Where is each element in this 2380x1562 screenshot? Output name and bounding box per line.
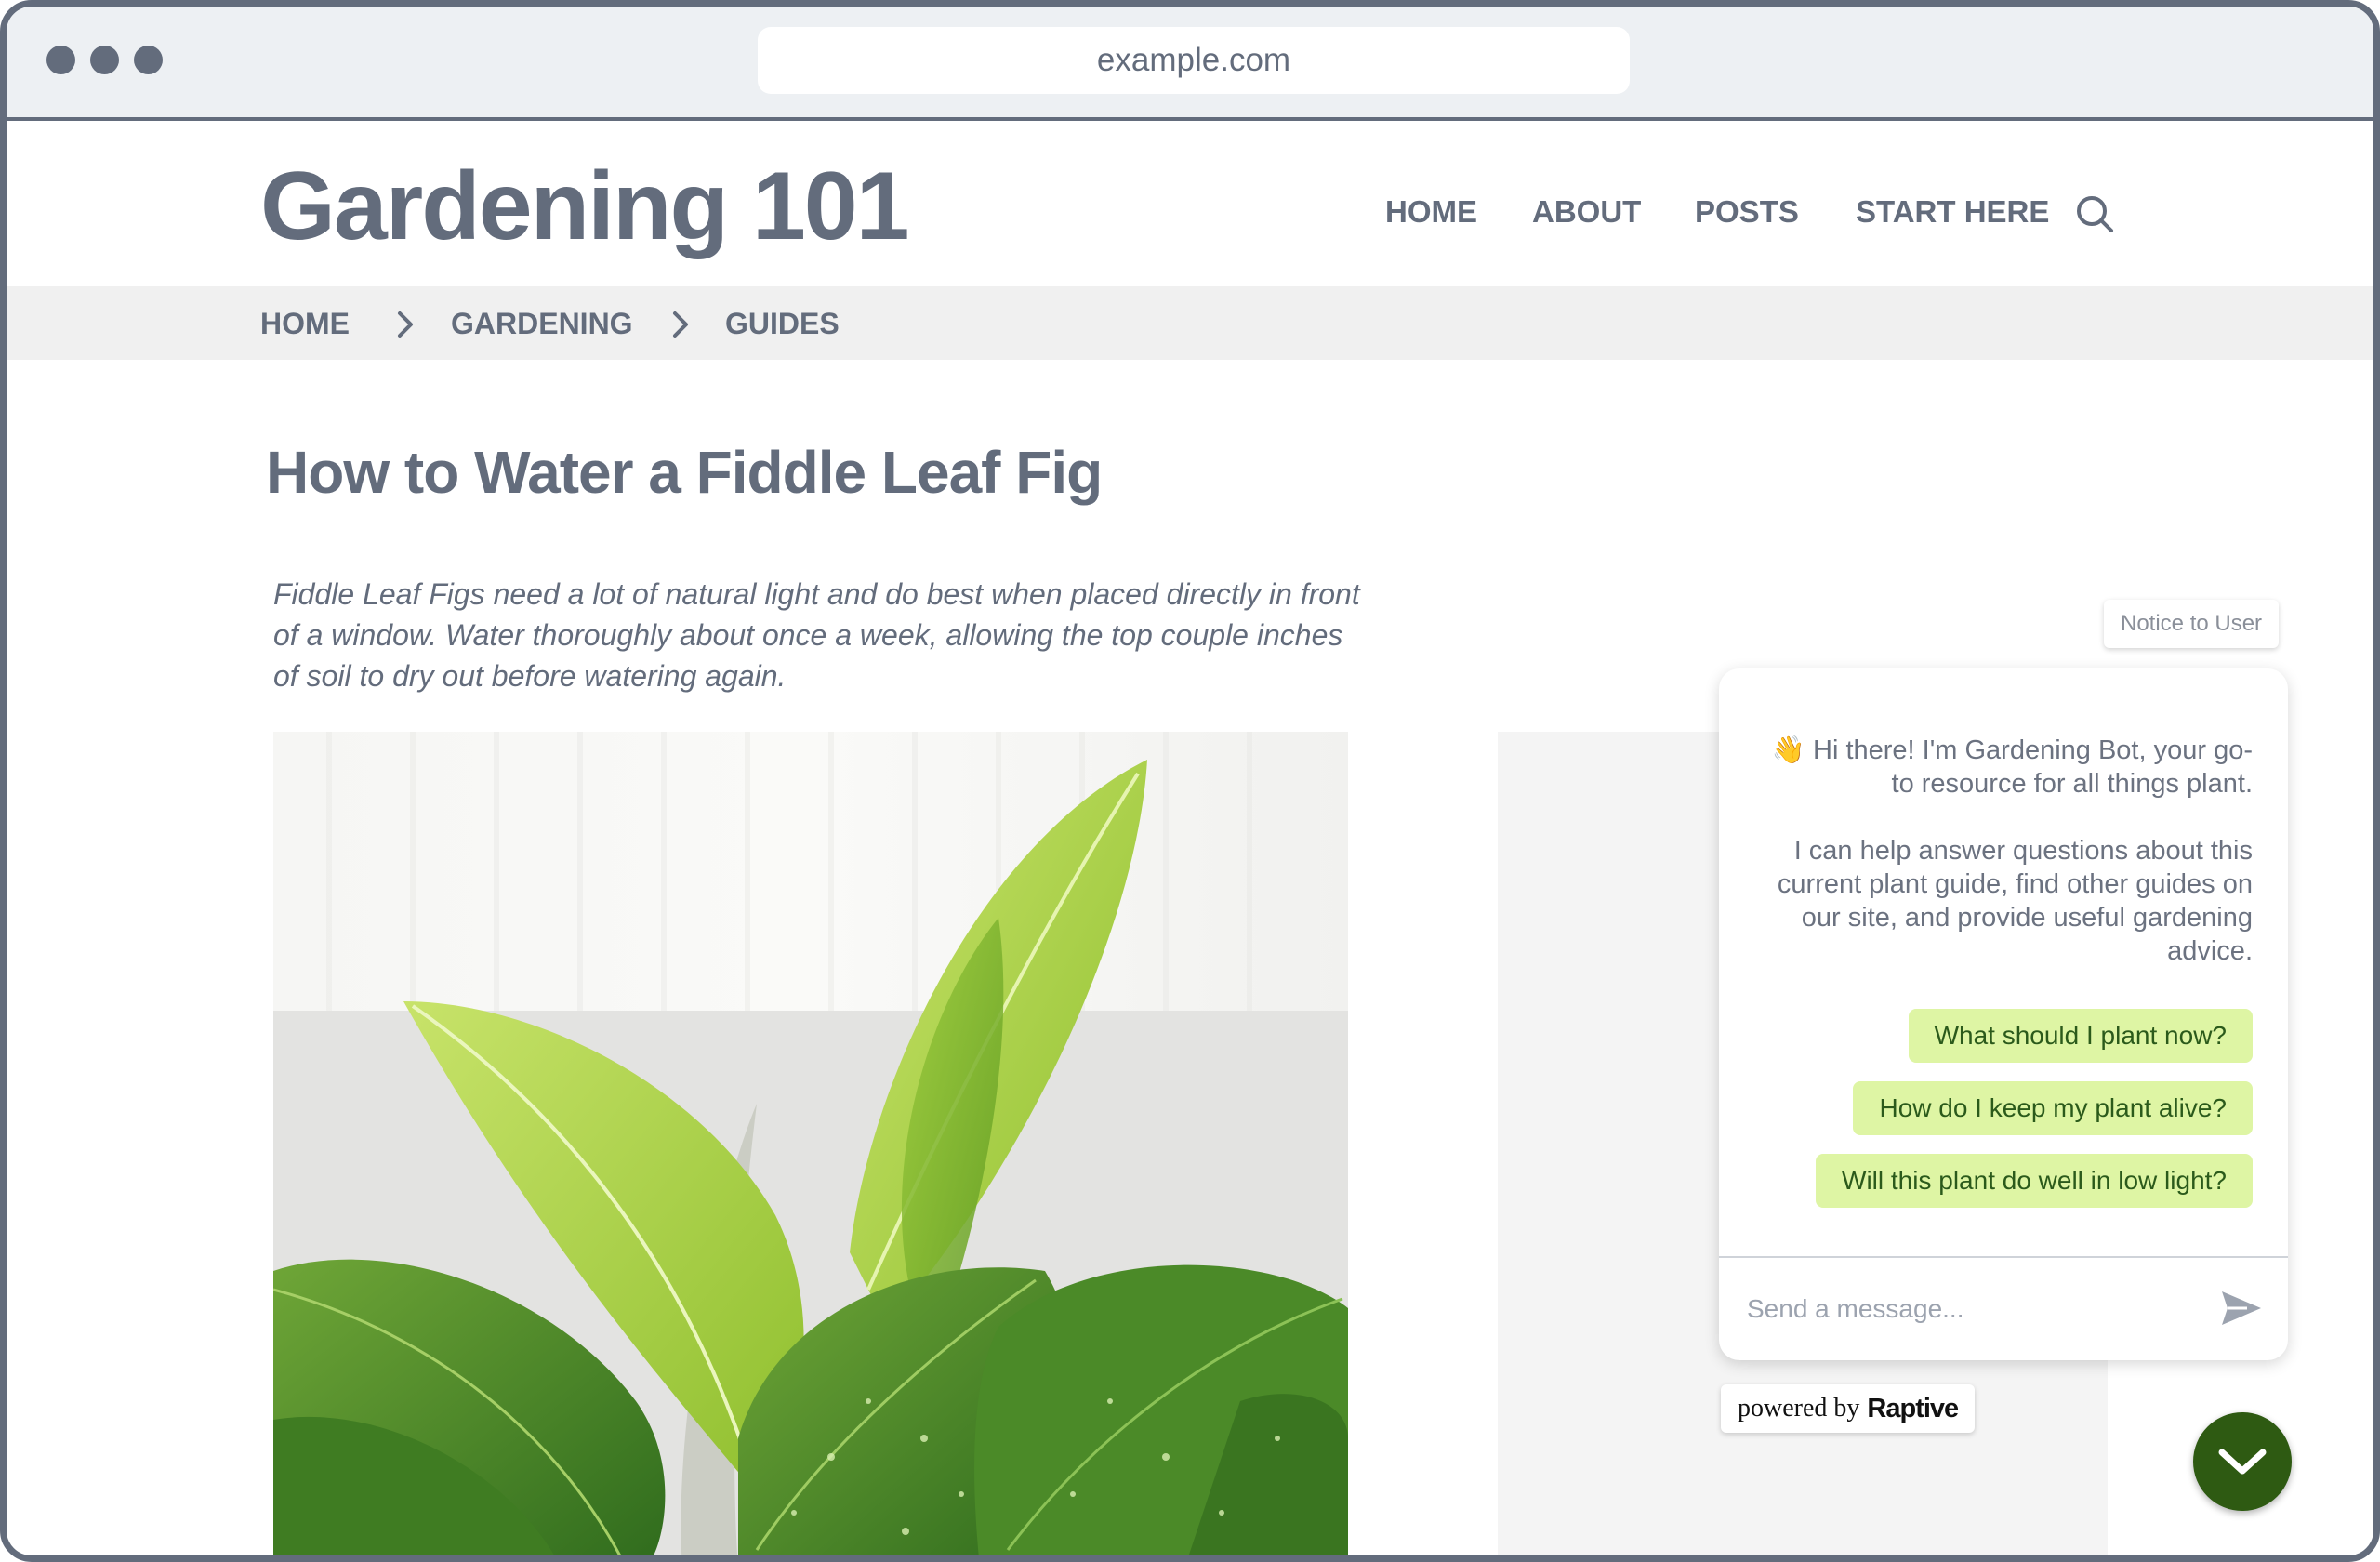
chevron-right-icon: [398, 311, 413, 338]
page-title: How to Water a Fiddle Leaf Fig: [266, 439, 1103, 506]
powered-by-badge[interactable]: powered by Raptive: [1721, 1384, 1976, 1433]
nav-start-here[interactable]: START HERE: [1856, 194, 2049, 230]
window-close-dot[interactable]: [46, 46, 75, 74]
nav-posts[interactable]: POSTS: [1695, 194, 1799, 230]
chat-toggle-button[interactable]: [2193, 1412, 2292, 1511]
chevron-down-icon: [2218, 1449, 2267, 1475]
chat-message-input[interactable]: [1745, 1284, 2186, 1334]
chat-composer: [1719, 1256, 2288, 1360]
fiddle-leaf-fig-illustration: [273, 732, 1348, 1555]
search-icon[interactable]: [2074, 193, 2115, 234]
breadcrumb-gardening[interactable]: GARDENING: [451, 307, 633, 341]
nav-home[interactable]: HOME: [1385, 194, 1477, 230]
site-header: Gardening 101 HOME ABOUT POSTS START HER…: [7, 121, 2373, 286]
window-maximize-dot[interactable]: [134, 46, 163, 74]
suggestion-button[interactable]: How do I keep my plant alive?: [1853, 1081, 2253, 1135]
site-logo[interactable]: Gardening 101: [260, 158, 909, 255]
address-bar[interactable]: example.com: [758, 27, 1630, 94]
notice-label: Notice to User: [2121, 611, 2263, 636]
notice-to-user-button[interactable]: Notice to User: [2104, 600, 2280, 648]
browser-titlebar: example.com: [7, 7, 2373, 121]
suggestion-button[interactable]: What should I plant now?: [1908, 1009, 2253, 1063]
chatbot-panel: 👋 Hi there! I'm Gardening Bot, your go-t…: [1719, 668, 2288, 1360]
article-intro: Fiddle Leaf Figs need a lot of natural l…: [273, 577, 1360, 693]
suggestion-label: How do I keep my plant alive?: [1879, 1093, 2227, 1122]
chat-greeting: 👋 Hi there! I'm Gardening Bot, your go-t…: [1771, 735, 2253, 799]
url-text: example.com: [1096, 42, 1291, 78]
nav-about[interactable]: ABOUT: [1532, 194, 1641, 230]
window-minimize-dot[interactable]: [90, 46, 119, 74]
suggestion-label: Will this plant do well in low light?: [1842, 1166, 2227, 1195]
browser-window: example.com Gardening 101 HOME ABOUT POS…: [0, 0, 2380, 1562]
chevron-right-icon: [673, 311, 688, 338]
raptive-logo: Raptive: [1867, 1393, 1959, 1423]
send-icon[interactable]: [2219, 1288, 2264, 1329]
suggestion-label: What should I plant now?: [1934, 1021, 2227, 1050]
article-hero-image: [273, 732, 1348, 1555]
breadcrumb-guides[interactable]: GUIDES: [725, 307, 840, 341]
suggestion-button[interactable]: Will this plant do well in low light?: [1816, 1154, 2253, 1208]
breadcrumb: HOME GARDENING GUIDES: [7, 286, 2373, 360]
breadcrumb-home[interactable]: HOME: [260, 307, 350, 341]
chat-help-text: I can help answer questions about this c…: [1777, 836, 2253, 966]
powered-by-label: powered by: [1738, 1394, 1860, 1423]
